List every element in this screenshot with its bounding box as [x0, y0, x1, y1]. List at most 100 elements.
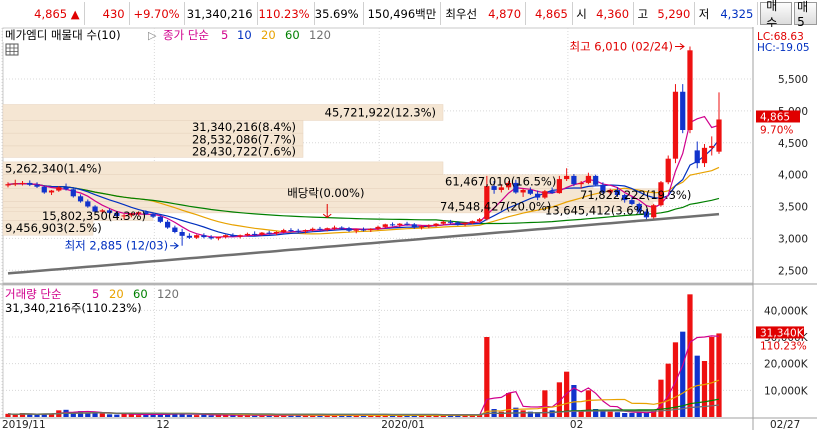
candle-body[interactable]	[34, 184, 40, 187]
volume-bar[interactable]	[629, 413, 635, 417]
volume-bar[interactable]	[186, 414, 192, 417]
candle-body[interactable]	[346, 228, 352, 231]
candle-body[interactable]	[172, 227, 178, 232]
candle-body[interactable]	[433, 223, 439, 226]
candle-body[interactable]	[411, 224, 417, 228]
candle-body[interactable]	[360, 229, 367, 231]
candle-body[interactable]	[186, 235, 192, 238]
candle-body[interactable]	[331, 227, 338, 229]
candle-body[interactable]	[549, 191, 555, 194]
candle-body[interactable]	[469, 221, 475, 224]
volume-bar[interactable]	[70, 413, 76, 417]
volume-bar[interactable]	[614, 412, 621, 417]
volume-bar[interactable]	[564, 371, 570, 417]
candle-body[interactable]	[273, 232, 280, 234]
volume-bar[interactable]	[672, 342, 679, 417]
candle-body[interactable]	[680, 91, 686, 130]
sell-button[interactable]: 매5	[794, 0, 817, 29]
candle-body[interactable]	[651, 205, 657, 218]
candle-body[interactable]	[70, 189, 76, 197]
candle-body[interactable]	[397, 223, 403, 225]
volume-bar[interactable]	[194, 415, 200, 417]
candle-body[interactable]	[382, 224, 388, 227]
candle-body[interactable]	[672, 91, 679, 159]
candle-body[interactable]	[520, 189, 526, 193]
volume-bar[interactable]	[99, 413, 105, 417]
candle-body[interactable]	[687, 50, 693, 130]
volume-bar[interactable]	[622, 413, 628, 417]
volume-bar[interactable]	[135, 415, 142, 417]
candle-body[interactable]	[150, 214, 156, 217]
candle-body[interactable]	[571, 175, 577, 185]
candle-body[interactable]	[244, 233, 251, 236]
candle-body[interactable]	[41, 186, 47, 193]
candle-body[interactable]	[223, 235, 229, 238]
volume-bar[interactable]	[716, 333, 722, 417]
candle-body[interactable]	[578, 182, 584, 185]
candle-body[interactable]	[535, 193, 541, 198]
candle-body[interactable]	[237, 235, 243, 237]
candle-body[interactable]	[85, 201, 91, 207]
candle-body[interactable]	[27, 182, 33, 185]
candle-body[interactable]	[230, 235, 236, 237]
volume-bar[interactable]	[498, 411, 504, 417]
candle-body[interactable]	[556, 179, 562, 194]
table-grid-icon[interactable]	[5, 43, 19, 56]
buy-button[interactable]: 매수	[760, 0, 793, 30]
candle-body[interactable]	[252, 233, 258, 235]
volume-bar[interactable]	[643, 413, 650, 417]
candle-body[interactable]	[353, 229, 359, 231]
candle-body[interactable]	[5, 184, 11, 186]
volume-bar[interactable]	[607, 411, 613, 417]
candle-body[interactable]	[194, 235, 200, 238]
volume-bar[interactable]	[27, 414, 33, 417]
volume-bar[interactable]	[520, 410, 526, 417]
candle-body[interactable]	[63, 187, 69, 190]
candle-body[interactable]	[165, 221, 171, 228]
volume-bar[interactable]	[680, 331, 686, 417]
candle-body[interactable]	[455, 222, 461, 225]
candle-body[interactable]	[208, 237, 214, 239]
candle-body[interactable]	[447, 221, 454, 223]
candle-body[interactable]	[310, 228, 316, 231]
candle-body[interactable]	[709, 145, 715, 148]
candle-body[interactable]	[324, 228, 330, 230]
candle-body[interactable]	[418, 226, 425, 228]
volume-bar[interactable]	[687, 294, 693, 417]
candle-body[interactable]	[716, 119, 722, 152]
stock-chart[interactable]: 45,721,922(12.3%)31,340,216(8.4%)28,532,…	[0, 27, 817, 430]
candle-body[interactable]	[585, 175, 592, 183]
candle-body[interactable]	[302, 230, 309, 232]
volume-bar[interactable]	[549, 410, 555, 417]
candle-body[interactable]	[339, 227, 345, 229]
candle-body[interactable]	[266, 232, 272, 234]
candle-body[interactable]	[389, 224, 396, 226]
candle-body[interactable]	[542, 191, 548, 198]
volume-bar[interactable]	[114, 414, 120, 417]
candle-body[interactable]	[375, 226, 381, 229]
candle-body[interactable]	[56, 187, 62, 191]
candle-body[interactable]	[317, 228, 323, 230]
candle-body[interactable]	[527, 189, 533, 194]
candle-body[interactable]	[259, 232, 265, 235]
candle-body[interactable]	[281, 230, 287, 232]
candle-body[interactable]	[665, 158, 671, 183]
candle-body[interactable]	[201, 235, 207, 238]
candle-body[interactable]	[12, 183, 18, 185]
candle-body[interactable]	[48, 190, 55, 193]
volume-bar[interactable]	[106, 414, 113, 417]
candle-body[interactable]	[593, 175, 599, 185]
candle-body[interactable]	[288, 230, 294, 232]
candle-body[interactable]	[157, 216, 163, 222]
volume-bar[interactable]	[585, 390, 592, 417]
candle-body[interactable]	[19, 182, 26, 184]
volume-bar[interactable]	[12, 414, 18, 417]
candle-body[interactable]	[440, 221, 446, 224]
candle-body[interactable]	[476, 219, 483, 222]
candle-body[interactable]	[368, 228, 374, 231]
candle-body[interactable]	[295, 230, 301, 232]
candle-body[interactable]	[701, 147, 708, 164]
candle-body[interactable]	[179, 232, 185, 236]
volume-bar[interactable]	[34, 414, 40, 417]
candle-body[interactable]	[404, 223, 410, 225]
